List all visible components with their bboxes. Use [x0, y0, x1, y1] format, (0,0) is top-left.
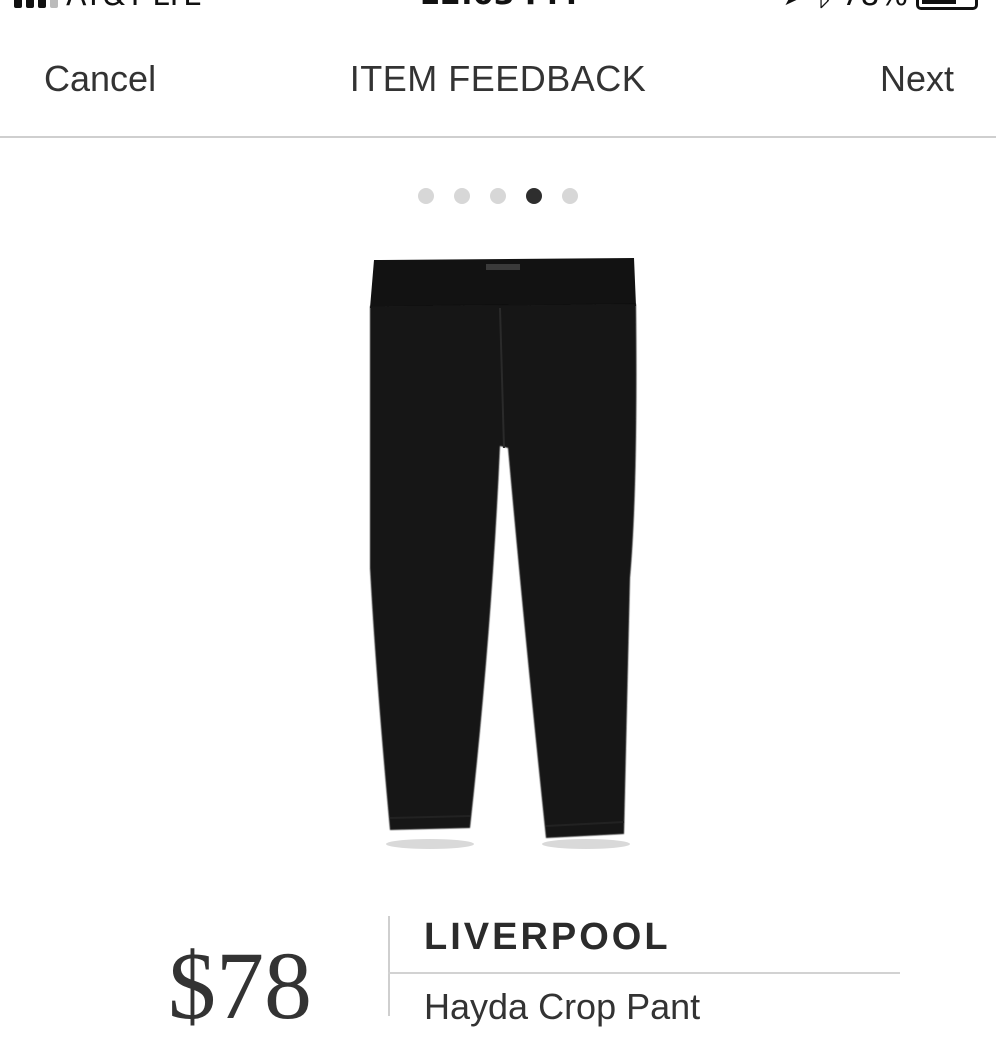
pants-icon — [370, 258, 637, 849]
cancel-button[interactable]: Cancel — [44, 58, 156, 100]
status-bar: AT&T LTE 12:03 PM ➤ ᛒ 78% — [0, 0, 996, 13]
battery-icon — [916, 0, 978, 10]
page-dot[interactable] — [526, 188, 542, 204]
nav-bar: Cancel ITEM FEEDBACK Next — [0, 40, 996, 138]
product-image — [340, 248, 660, 858]
item-price: $78 — [168, 932, 312, 1039]
item-brand: LIVERPOOL — [424, 916, 671, 958]
page-dot[interactable] — [490, 188, 506, 204]
page-dot[interactable] — [562, 188, 578, 204]
battery-percent: 78% — [841, 0, 908, 13]
pagination-dots — [0, 188, 996, 204]
bluetooth-icon: ᛒ — [815, 0, 833, 13]
vertical-divider — [388, 916, 390, 1016]
next-button[interactable]: Next — [880, 58, 954, 100]
page-dot[interactable] — [418, 188, 434, 204]
page-dot[interactable] — [454, 188, 470, 204]
status-right: ➤ ᛒ 78% — [782, 0, 978, 13]
item-name: Hayda Crop Pant — [424, 986, 701, 1027]
horizontal-divider — [388, 972, 900, 974]
location-icon: ➤ — [782, 0, 807, 13]
